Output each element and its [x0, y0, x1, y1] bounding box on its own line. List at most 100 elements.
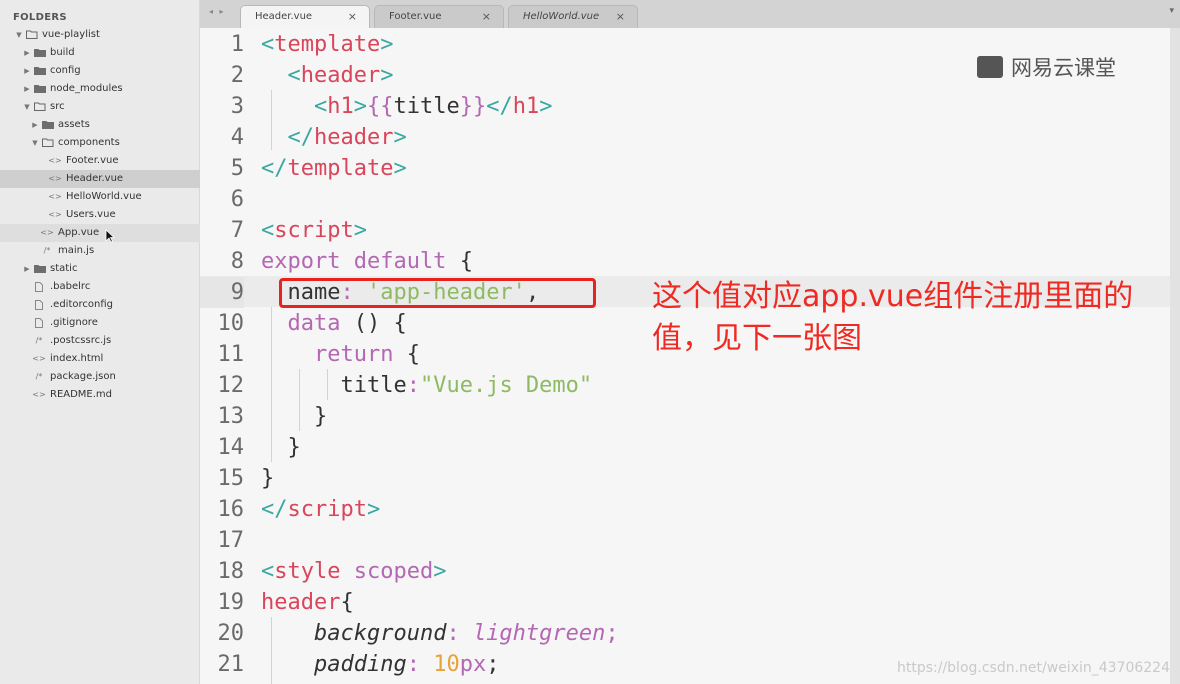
code-line[interactable]: <h1>{{title}}</h1>: [261, 91, 552, 122]
file-item[interactable]: .editorconfig: [0, 296, 200, 314]
indent-guide: [271, 90, 272, 150]
folder-item[interactable]: ▼ src: [0, 98, 200, 116]
folder-item[interactable]: ▼ vue-playlist: [0, 26, 200, 44]
code-token: h1: [327, 94, 354, 119]
code-file-icon: <>: [48, 156, 62, 165]
folder-open-icon: [26, 30, 38, 39]
folder-item[interactable]: ▶ build: [0, 44, 200, 62]
indent-guide: [271, 307, 272, 462]
folder-open-icon: [34, 102, 46, 111]
folder-item[interactable]: ▶ assets: [0, 116, 200, 134]
code-line[interactable]: export default {: [261, 246, 473, 277]
file-item[interactable]: /* .postcssrc.js: [0, 332, 200, 350]
code-line[interactable]: data () {: [261, 308, 407, 339]
chevron-down-icon[interactable]: ▼: [30, 134, 40, 152]
code-token: :: [446, 621, 473, 646]
code-line[interactable]: background: lightgreen;: [261, 618, 619, 649]
folder-item[interactable]: ▼ components: [0, 134, 200, 152]
tree-item-label: config: [50, 65, 81, 76]
code-line[interactable]: </header>: [261, 122, 407, 153]
code-editor[interactable]: 1 2 3 4 5 6 7 8 9 10 11 12 13 14 15 16 17 18 19 20 21 <templ…: [200, 28, 1180, 684]
code-file-icon: <>: [48, 210, 62, 219]
watermark-logo-icon: [977, 56, 1003, 78]
code-token: <: [261, 559, 275, 584]
tree-item-label: src: [50, 101, 65, 112]
code-token: }}: [459, 94, 487, 119]
line-number: 4: [230, 125, 244, 150]
code-line[interactable]: padding: 10px;: [261, 649, 499, 680]
tree-item-label: App.vue: [58, 227, 100, 238]
file-item[interactable]: /* main.js: [0, 242, 200, 260]
watermark-text: 网易云课堂: [1011, 56, 1116, 80]
file-item[interactable]: <> Footer.vue: [0, 152, 200, 170]
line-number: 11: [217, 342, 245, 367]
tree-item-label: node_modules: [50, 83, 123, 94]
chevron-right-icon[interactable]: ▶: [22, 44, 32, 62]
chevron-down-icon[interactable]: ▼: [22, 98, 32, 116]
line-number: 16: [217, 497, 245, 522]
chevron-right-icon[interactable]: ▶: [30, 116, 40, 134]
folder-item[interactable]: ▶ static: [0, 260, 200, 278]
tab-dropdown-icon[interactable]: ▾: [1169, 6, 1174, 16]
line-number: 20: [217, 621, 245, 646]
code-token: px: [459, 652, 487, 677]
file-item[interactable]: /* package.json: [0, 368, 200, 386]
file-item[interactable]: <> README.md: [0, 386, 200, 404]
tab-footer-vue[interactable]: Footer.vue ×: [374, 5, 504, 28]
tree-item-label: Footer.vue: [66, 155, 119, 166]
file-item[interactable]: <> Header.vue: [0, 170, 200, 188]
tree-item-label: static: [50, 263, 78, 274]
code-token: </: [261, 497, 288, 522]
code-token: {{: [366, 94, 394, 119]
tree-item-label: Header.vue: [66, 173, 124, 184]
script-file-icon: /*: [35, 372, 43, 381]
code-token: {: [406, 342, 420, 367]
code-token: script: [287, 497, 367, 522]
file-item[interactable]: <> index.html: [0, 350, 200, 368]
code-line[interactable]: <template>: [261, 29, 393, 60]
line-number: 10: [217, 311, 245, 336]
line-number: 18: [217, 559, 245, 584]
code-line[interactable]: title:"Vue.js Demo": [261, 370, 592, 401]
close-icon[interactable]: ×: [348, 10, 357, 23]
code-line[interactable]: return {: [261, 339, 420, 370]
tree-item-label: .postcssrc.js: [50, 335, 112, 346]
chevron-right-icon[interactable]: ▶: [22, 62, 32, 80]
script-file-icon: /*: [43, 246, 51, 255]
file-item[interactable]: <> Users.vue: [0, 206, 200, 224]
close-icon[interactable]: ×: [616, 10, 625, 23]
tab-header-vue[interactable]: Header.vue ×: [240, 5, 370, 28]
code-line[interactable]: header{: [261, 587, 354, 618]
code-line[interactable]: <script>: [261, 215, 367, 246]
code-token: template: [287, 156, 394, 181]
code-token: <: [313, 94, 328, 119]
code-token: {: [459, 249, 473, 274]
chevron-right-icon[interactable]: ▶: [22, 80, 32, 98]
tab-helloworld-vue[interactable]: HelloWorld.vue ×: [508, 5, 638, 28]
chevron-right-icon[interactable]: ▶: [22, 260, 32, 278]
folder-item[interactable]: ▶ node_modules: [0, 80, 200, 98]
code-line[interactable]: }: [261, 463, 274, 494]
code-file-icon: <>: [32, 390, 46, 399]
footer-watermark: https://blog.csdn.net/weixin_43706224: [896, 660, 1170, 676]
code-token: }: [261, 466, 275, 491]
folder-item[interactable]: ▶ config: [0, 62, 200, 80]
code-token: export default: [261, 249, 460, 274]
code-line[interactable]: </script>: [261, 494, 380, 525]
line-number: 9: [200, 277, 244, 308]
file-item[interactable]: .gitignore: [0, 314, 200, 332]
tree-item-label: .editorconfig: [50, 299, 113, 310]
code-line[interactable]: </template>: [261, 153, 407, 184]
file-item[interactable]: .babelrc: [0, 278, 200, 296]
code-line[interactable]: }: [261, 432, 301, 463]
file-item[interactable]: <> App.vue: [0, 224, 200, 242]
chevron-down-icon[interactable]: ▼: [14, 26, 24, 44]
minimap[interactable]: [1170, 28, 1180, 684]
close-icon[interactable]: ×: [482, 10, 491, 23]
code-line[interactable]: <header>: [261, 60, 394, 91]
code-token: return: [313, 342, 407, 367]
sidebar-title: FOLDERS: [13, 12, 67, 23]
tab-nav-arrows[interactable]: ◂ ▸: [209, 7, 226, 16]
file-item[interactable]: <> HelloWorld.vue: [0, 188, 200, 206]
code-line[interactable]: <style scoped>: [261, 556, 446, 587]
